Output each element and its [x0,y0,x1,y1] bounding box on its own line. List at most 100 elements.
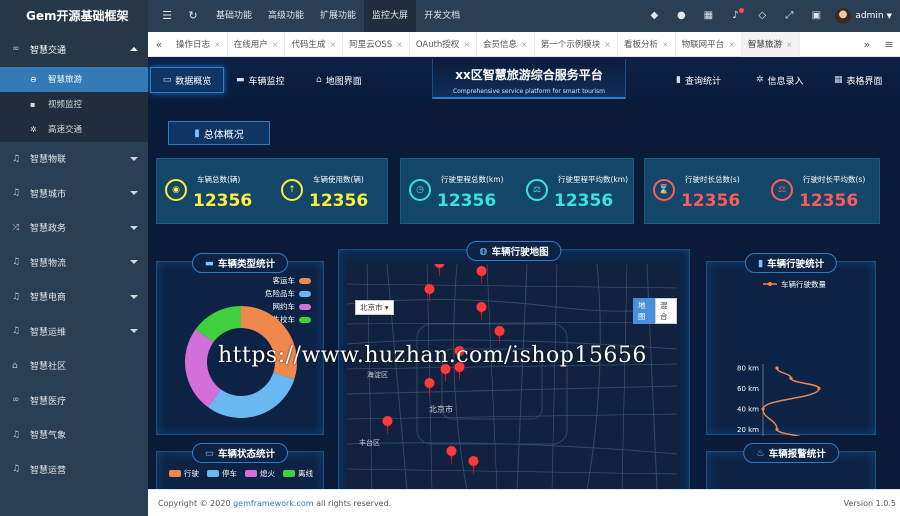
close-icon[interactable]: × [521,40,528,49]
y-tick-label: 60 km [737,385,759,393]
menu-toggle-icon[interactable]: ☰ [160,9,174,23]
sidebar-item-tourism[interactable]: ⊖ 智慧旅游 [0,66,148,92]
map-marker [382,415,393,435]
tab-label: 代码生成 [291,39,326,50]
sidebar-item-video[interactable]: ▪ 视频监控 [0,91,148,117]
tab-label: 看板分析 [623,39,658,50]
map-grid-roads [347,264,677,489]
close-icon[interactable]: × [272,40,279,49]
stat-label: 行驶里程平均数(km) [558,175,629,184]
map-city-select[interactable]: 北京市 ▾ [355,300,394,315]
notification-dot [739,8,745,13]
donut-slice [185,329,222,408]
status-legend-item[interactable]: 熄火 [245,468,275,479]
map-area[interactable]: 北京市 ▾ 地图 混合 海淀区 北京市 丰台区 [347,264,677,489]
chevron-down-icon [130,329,138,334]
tab-item[interactable]: 代码生成 × [285,31,344,57]
sidebar-group-traffic[interactable]: ∞ 智慧交通 [0,32,148,67]
bell-icon[interactable]: ♪ [728,8,745,23]
status-legend-item[interactable]: 停车 [207,468,237,479]
status-legend-item[interactable]: 行驶 [169,468,199,479]
chevron-down-icon[interactable]: ▼ [887,12,892,20]
sidebar-group-city[interactable]: ♫ 智慧城市 [0,176,148,211]
scale-icon: ⚖ [526,179,548,201]
close-icon[interactable]: × [396,40,403,49]
tab-item[interactable]: 操作日志 × [170,31,228,57]
stat-duration-avg: ⚖ 行驶时长平均数(s) 12356 [763,159,881,225]
tab-item[interactable]: 智慧旅游 × [741,31,800,57]
apps-icon[interactable]: ▦ [701,9,715,23]
topnav-item-docs[interactable]: 开发文档 [416,0,468,32]
close-icon[interactable]: × [214,40,221,49]
status-legend-item[interactable]: 离线 [283,468,313,479]
brand-title[interactable]: Gem开源基础框架 [0,0,148,32]
tabs-menu-icon[interactable]: ≡ [878,38,900,51]
sidebar-group-ops[interactable]: ♫ 智慧运维 [0,314,148,349]
map-marker [476,265,487,285]
user-menu[interactable]: admin ▼ [835,8,892,24]
tag-icon[interactable]: ◇ [755,9,769,23]
map-type-mix-button[interactable]: 混合 [655,298,677,324]
stat-mileage-total: ◷ 行驶里程总数(km) 12356 [401,159,518,225]
stat-label: 行驶里程总数(km) [441,175,504,184]
tab-item[interactable]: 物联网平台 × [676,31,742,57]
tab-item[interactable]: 看板分析 × [618,31,676,57]
refresh-icon[interactable]: ↻ [186,9,200,23]
lock-icon[interactable]: ▣ [809,9,823,23]
tab-label: 阿里云OSS [349,39,393,50]
topnav-item-monitor[interactable]: 监控大屏 [364,0,417,32]
diamond-icon[interactable]: ◆ [647,9,661,23]
stat-value: 12356 [799,191,859,211]
sidebar-group-weather[interactable]: ♫ 智慧气象 [0,418,148,453]
sidebar-group-government[interactable]: ⤨ 智慧政务 [0,211,148,246]
tabs-bar: « 操作日志 × 在线用户 × 代码生成 × 阿里云OSS × OAuth授权 × 会员信息 × 第一个… [148,31,900,57]
sidebar-group-community[interactable]: ⌂ 智慧社区 [0,349,148,384]
close-icon[interactable]: × [329,40,336,49]
panel-vehicle-status: ▭ 车辆状态统计 行驶 停车 熄火 离线 [156,443,324,489]
close-icon[interactable]: × [604,40,611,49]
tab-item[interactable]: 在线用户 × [228,31,286,57]
dash-tab-map[interactable]: ⌂ 地图界面 [316,67,362,93]
map-marker [434,264,445,277]
tab-item[interactable]: 第一个示例模块 × [535,31,618,57]
close-icon[interactable]: × [786,40,793,49]
panel-title-status: ▭ 车辆状态统计 [192,443,288,463]
topnav-item-advanced[interactable]: 高级功能 [260,0,312,32]
tab-item[interactable]: 会员信息 × [477,31,535,57]
avatar[interactable] [835,8,852,24]
dash-tab-query[interactable]: ▮ 查询统计 [676,67,721,93]
sidebar-group-label: 智慧物联 [30,155,67,166]
map-type-map-button[interactable]: 地图 [633,298,655,324]
map-marker [468,455,479,475]
sidebar-group-operations[interactable]: ♫ 智慧运营 [0,452,148,487]
stat-box-mileage: ◷ 行驶里程总数(km) 12356 ⚖ 行驶里程平均数(km) 12356 [400,158,634,224]
version-label: Version 1.0.5 [843,499,896,508]
close-icon[interactable]: × [662,40,669,49]
copyright-link[interactable]: gemframework.com [233,499,314,508]
sidebar-item-highway[interactable]: ✲ 高速交通 [0,116,148,142]
user-name[interactable]: admin [855,11,883,21]
headset-icon: ♫ [12,257,21,268]
tab-item[interactable]: OAuth授权 × [410,31,478,57]
dash-tab-vehicle[interactable]: ▬ 车辆监控 [236,67,285,93]
sidebar-group-ecommerce[interactable]: ♫ 智慧电商 [0,280,148,315]
tabs-scroll-right-icon[interactable]: » [856,38,878,51]
dash-tab-overview[interactable]: ▭ 数据概览 [150,67,224,93]
panel-title-text: 车辆报警统计 [768,449,826,460]
sidebar-group-medical[interactable]: ∞ 智慧医疗 [0,383,148,418]
close-icon[interactable]: × [463,40,470,49]
close-icon[interactable]: × [728,40,735,49]
sidebar-group-logistics[interactable]: ♫ 智慧物流 [0,245,148,280]
fullscreen-icon[interactable]: ⤢ [782,9,796,23]
topnav-item-extension[interactable]: 扩展功能 [312,0,364,32]
sidebar-group-iot[interactable]: ♫ 智慧物联 [0,142,148,177]
stat-label: 行驶时长总数(s) [685,175,740,184]
theme-icon[interactable]: ● [674,9,688,23]
line-legend-label: 车辆行驶数量 [781,279,826,289]
tab-item[interactable]: 阿里云OSS × [343,31,410,57]
dash-tab-info[interactable]: ✲ 信息录入 [756,67,804,93]
tabs-scroll-left-icon[interactable]: « [148,38,170,51]
topnav-item-basic[interactable]: 基础功能 [208,0,260,32]
line-point [817,386,821,391]
dash-tab-table[interactable]: ▦ 表格界面 [834,67,883,93]
